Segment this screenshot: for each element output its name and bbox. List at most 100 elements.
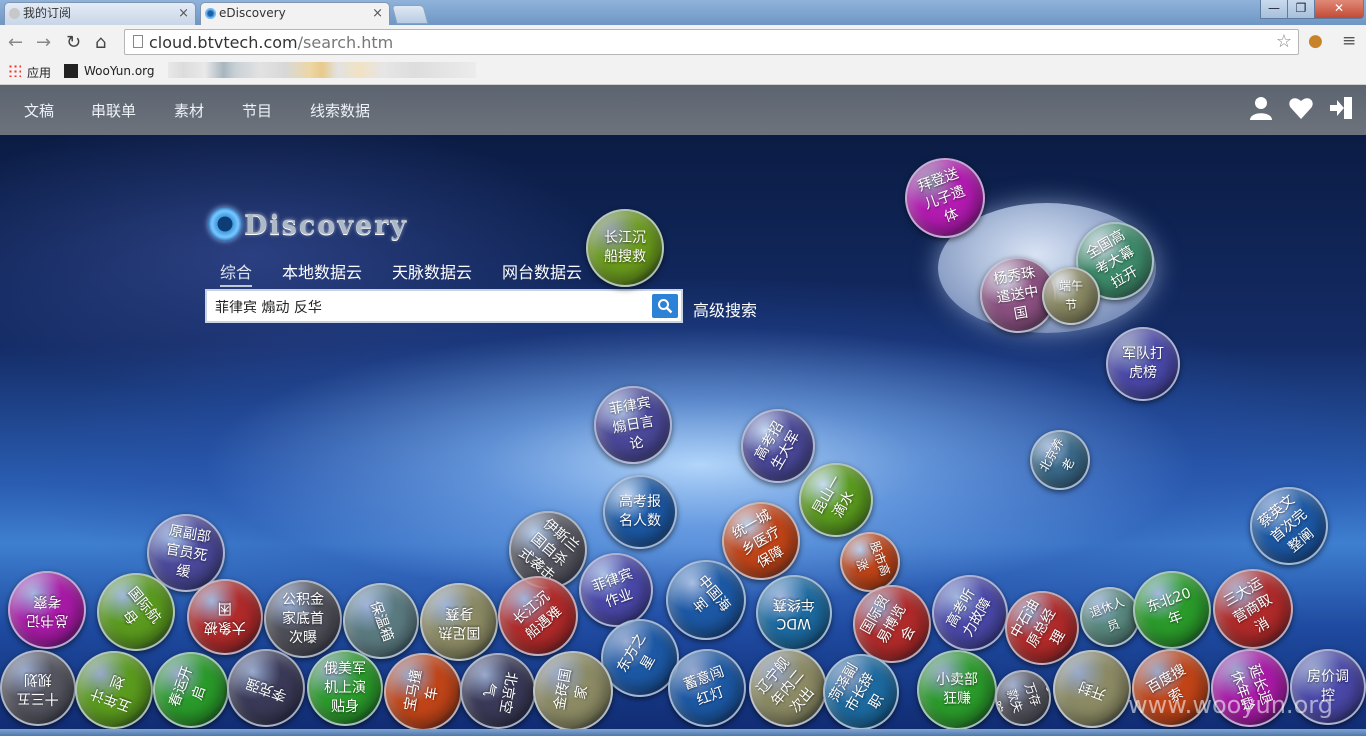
browser-tab-subscriptions[interactable]: 我的订阅 × — [4, 2, 196, 25]
topic-bubble[interactable]: 中石油原总经理 — [1005, 591, 1079, 665]
topic-bubble-label: 国际贸易博览会 — [857, 592, 919, 646]
logout-icon[interactable] — [1328, 95, 1354, 127]
topic-bubble-label: 蔡英文首次完整阐 — [1255, 491, 1317, 556]
topic-bubble-label: 高考招生大军 — [751, 418, 804, 473]
topic-bubble[interactable]: 国际贸易博览会 — [853, 585, 931, 663]
topic-bubble[interactable]: 开封 — [1053, 650, 1131, 728]
topic-bubble[interactable]: 公积金家底首次曝 — [264, 580, 342, 658]
topic-bubble[interactable]: 昆山一滴水 — [799, 463, 873, 537]
search-scene: Discovery 综合 本地数据云 天脉数据云 网台数据云 高级搜索 拜登送儿… — [0, 135, 1366, 736]
topic-bubble[interactable]: 长江沉船搜救 — [586, 209, 664, 287]
heart-icon[interactable] — [1288, 95, 1314, 127]
topic-bubble[interactable]: 宝马撞车 — [384, 653, 462, 731]
bookmark-star-icon[interactable]: ☆ — [1276, 31, 1292, 52]
topic-bubble[interactable]: 菲律宾作业 — [579, 553, 653, 627]
browser-tab-ediscovery[interactable]: eDiscovery × — [200, 2, 390, 25]
close-icon[interactable]: × — [178, 3, 189, 24]
user-icon[interactable] — [1248, 95, 1274, 127]
topic-bubble[interactable]: 小卖部狂赚 — [917, 650, 997, 730]
bookmark-apps[interactable]: 应用 — [27, 64, 51, 81]
topic-bubble[interactable]: 菲律宾煽日言论 — [594, 386, 672, 464]
topic-bubble[interactable]: 东北20年 — [1133, 571, 1211, 649]
search-box — [205, 289, 683, 323]
close-icon[interactable]: × — [372, 3, 383, 24]
search-button[interactable] — [652, 294, 678, 318]
topic-bubble[interactable]: 金砖国家 — [533, 651, 613, 731]
close-window-button[interactable]: ✕ — [1314, 0, 1364, 19]
topic-bubble[interactable]: 高考招生大军 — [741, 409, 815, 483]
topic-bubble-label: 国际航母 — [118, 584, 164, 629]
tab-all[interactable]: 综合 — [220, 259, 253, 287]
tab-local-data-cloud[interactable]: 本地数据云 — [282, 259, 362, 283]
topic-bubble[interactable]: 高考听力故障 — [932, 575, 1008, 651]
home-icon[interactable]: ⌂ — [95, 32, 106, 53]
logo-text: Discovery — [244, 210, 409, 241]
topic-bubble[interactable]: 辽宁舰年内二次出 — [749, 649, 827, 727]
search-input[interactable] — [213, 295, 647, 319]
topic-bubble-label: 蓄意闯红灯 — [681, 663, 727, 709]
topic-bubble[interactable]: 北京养老 — [1030, 430, 1090, 490]
topic-bubble[interactable]: 拜登送儿子遗体 — [905, 158, 985, 238]
topic-bubble[interactable]: 大象被困 — [187, 579, 263, 655]
topic-bubble[interactable]: 统一城乡医疗保障 — [722, 502, 800, 580]
topic-bubble-label: 780万存款失踪 — [995, 674, 1051, 716]
topic-bubble[interactable]: 国际航母 — [97, 573, 175, 651]
topic-bubble-label: 高考报名人数 — [619, 494, 661, 529]
topic-bubble-label: 军队打虎榜 — [1122, 346, 1164, 381]
menu-icon[interactable]: ≡ — [1342, 31, 1356, 51]
bookmark-wooyun[interactable]: WooYun.org — [84, 64, 155, 78]
apps-grid-icon[interactable] — [8, 64, 21, 77]
nav-item-manuscripts[interactable]: 文稿 — [24, 100, 54, 121]
topic-bubble[interactable]: 总书记考察 — [8, 571, 86, 649]
topic-bubble[interactable]: 中国海军 — [666, 560, 746, 640]
advanced-search-link[interactable]: 高级搜索 — [693, 297, 757, 321]
nav-item-clue-data[interactable]: 线索数据 — [310, 100, 370, 121]
topic-bubble[interactable]: 五年计划 — [75, 651, 153, 729]
browser-toolbar: ← → ↻ ⌂ cloud.btvtech.com/search.htm ☆ ●… — [0, 25, 1366, 60]
topic-bubble-label: 三大运营商取消 — [1221, 574, 1275, 636]
topic-bubble[interactable]: 国足热身赛 — [420, 583, 498, 661]
topic-bubble[interactable]: 退休人员 — [1080, 587, 1140, 647]
topic-bubble[interactable]: 高考报名人数 — [603, 475, 677, 549]
topic-bubble-label: 北京养老 — [1036, 435, 1077, 475]
topic-bubble-label: 菲律宾作业 — [590, 565, 636, 611]
topic-bubble[interactable]: 780万存款失踪 — [995, 670, 1051, 726]
topic-bubble[interactable]: 春运开启 — [153, 652, 229, 728]
topic-bubble[interactable]: 端午节 — [1042, 267, 1100, 325]
topic-bubble[interactable]: 蔡英文首次完整阐 — [1250, 487, 1328, 565]
reload-icon[interactable]: ↻ — [66, 32, 81, 53]
address-bar[interactable]: cloud.btvtech.com/search.htm ☆ — [124, 29, 1299, 55]
cookie-extension-icon[interactable]: ● — [1308, 31, 1323, 51]
back-arrow-icon[interactable]: ← — [8, 32, 23, 53]
tab-network-data-cloud[interactable]: 网台数据云 — [502, 259, 582, 283]
nav-item-materials[interactable]: 素材 — [174, 100, 204, 121]
page-icon — [133, 35, 143, 48]
topic-bubble[interactable]: 北京空气 — [460, 653, 536, 729]
topic-bubble[interactable]: 长江沉船遇难 — [498, 576, 578, 656]
forward-arrow-icon[interactable]: → — [36, 32, 51, 53]
bookmarks-bar: 应用 WooYun.org — [0, 60, 1366, 85]
topic-bubble-label: 五年计划 — [88, 671, 134, 715]
nav-item-programs[interactable]: 节目 — [242, 100, 272, 121]
new-tab-button[interactable] — [391, 5, 429, 24]
topic-bubble[interactable]: 李克强 — [227, 649, 305, 727]
topic-bubble[interactable]: 十三五规划 — [0, 650, 76, 726]
topic-bubble-label: 金砖国家 — [551, 667, 591, 712]
topic-bubble[interactable]: 蓄意闯红灯 — [668, 649, 746, 727]
browser-tabstrip: 我的订阅 × eDiscovery × — ❐ ✕ — [0, 0, 1366, 25]
topic-bubble[interactable]: WDC年终赛 — [756, 575, 832, 651]
wooyun-icon — [64, 64, 78, 78]
topic-bubble[interactable]: 保温箱 — [343, 583, 419, 659]
topic-bubble-label: 宝马撞车 — [401, 668, 441, 713]
topic-bubble[interactable]: 三大运营商取消 — [1213, 569, 1293, 649]
topic-bubble-label: 端午节 — [1058, 279, 1083, 312]
nav-item-rundown[interactable]: 串联单 — [91, 100, 136, 121]
topic-bubble-label: 中国海军 — [688, 572, 734, 617]
topic-bubble[interactable]: 股市高涨 — [840, 532, 900, 592]
topic-bubble[interactable]: 军队打虎榜 — [1106, 327, 1180, 401]
minimize-button[interactable]: — — [1260, 0, 1288, 19]
maximize-button[interactable]: ❐ — [1287, 0, 1315, 19]
tab-tianmai-data-cloud[interactable]: 天脉数据云 — [392, 259, 472, 283]
topic-bubble[interactable]: 俄美军机上演贴身 — [307, 650, 383, 726]
topic-bubble[interactable]: 菏泽副市长辞职 — [823, 654, 899, 730]
